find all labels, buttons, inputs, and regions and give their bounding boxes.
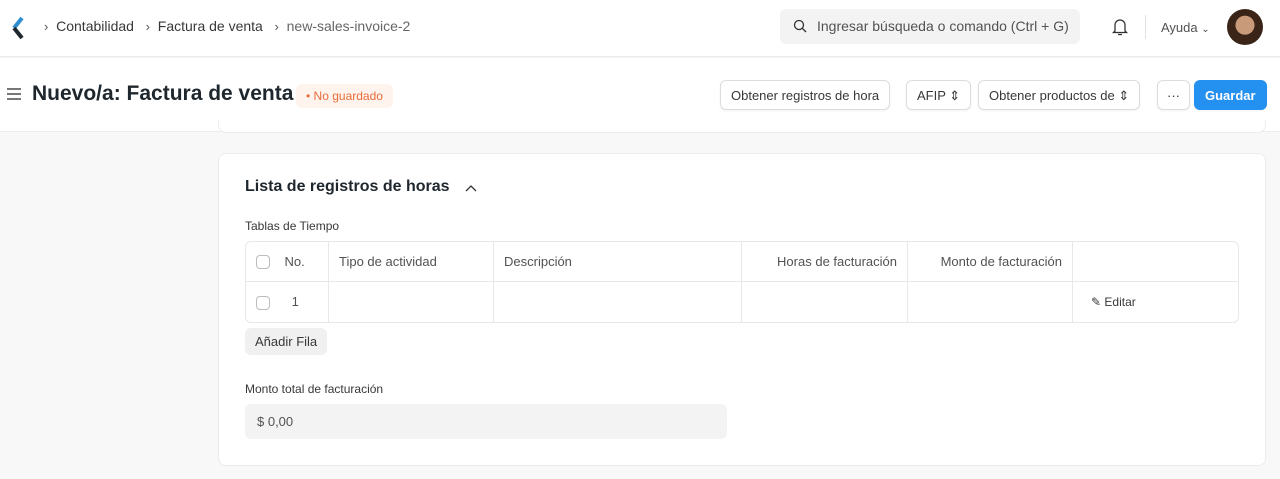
section-title: Lista de registros de horas	[245, 178, 450, 195]
search-input[interactable]: Ingresar búsqueda o comando (Ctrl + G)	[780, 9, 1080, 44]
help-dropdown[interactable]: Ayuda ⌄	[1161, 20, 1210, 35]
breadcrumb: › Contabilidad › Factura de venta › new-…	[44, 18, 411, 34]
row-number: 1	[291, 294, 299, 310]
cell-activity-type[interactable]	[329, 282, 494, 322]
cell-billing-hours[interactable]	[742, 282, 908, 322]
edit-row-button[interactable]: ✎ Editar	[1073, 282, 1238, 322]
status-text: No guardado	[313, 89, 383, 103]
get-items-dropdown[interactable]: Obtener productos de ⇕	[978, 80, 1141, 110]
select-arrows-icon: ⇕	[949, 88, 961, 103]
navbar: › Contabilidad › Factura de venta › new-…	[0, 0, 1280, 57]
total-label: Monto total de facturación	[245, 382, 384, 396]
row-checkbox[interactable]	[256, 295, 270, 310]
chevron-down-icon: ⌄	[1201, 24, 1210, 35]
sidebar-toggle-icon[interactable]	[7, 88, 21, 103]
afip-label: AFIP	[917, 88, 946, 103]
previous-section	[218, 120, 1266, 133]
save-button[interactable]: Guardar	[1194, 80, 1267, 110]
column-no: No.	[284, 253, 305, 269]
timesheets-section: Lista de registros de horas Tablas de Ti…	[218, 153, 1266, 466]
search-icon	[793, 19, 807, 33]
cell-description[interactable]	[494, 282, 742, 322]
divider	[1145, 15, 1146, 39]
column-billing-amount: Monto de facturación	[908, 242, 1073, 282]
breadcrumb-contabilidad[interactable]: Contabilidad	[56, 18, 134, 34]
total-billing-amount-field: $ 0,00	[245, 404, 727, 439]
table-header-row: No. Tipo de actividad Descripción Horas …	[246, 242, 1238, 282]
breadcrumb-factura-de-venta[interactable]: Factura de venta	[158, 18, 263, 34]
add-row-button[interactable]: Añadir Fila	[245, 328, 328, 355]
table-label: Tablas de Tiempo	[245, 219, 340, 233]
timesheets-table: No. Tipo de actividad Descripción Horas …	[245, 241, 1239, 323]
cell-billing-amount[interactable]	[908, 282, 1073, 322]
chevron-up-icon[interactable]	[465, 184, 477, 192]
avatar[interactable]	[1227, 9, 1263, 45]
more-button[interactable]: ···	[1157, 80, 1190, 110]
pencil-icon: ✎	[1091, 295, 1102, 309]
get-timesheets-button[interactable]: Obtener registros de hora	[720, 80, 891, 110]
status-badge: • No guardado	[296, 84, 393, 108]
table-row[interactable]: 1 ✎ Editar	[246, 282, 1238, 322]
app-logo-icon[interactable]	[10, 16, 24, 40]
page-title: Nuevo/a: Factura de venta	[32, 82, 294, 105]
edit-label: Editar	[1104, 295, 1136, 309]
column-activity-type: Tipo de actividad	[329, 242, 494, 282]
bell-icon[interactable]	[1111, 17, 1129, 37]
search-placeholder: Ingresar búsqueda o comando (Ctrl + G)	[817, 18, 1069, 34]
select-all-checkbox[interactable]	[256, 255, 270, 270]
breadcrumb-current[interactable]: new-sales-invoice-2	[287, 18, 411, 34]
afip-dropdown[interactable]: AFIP ⇕	[906, 80, 972, 110]
help-label: Ayuda	[1161, 20, 1198, 35]
column-billing-hours: Horas de facturación	[742, 242, 908, 282]
column-description: Descripción	[494, 242, 742, 282]
get-items-label: Obtener productos de	[989, 88, 1115, 103]
select-arrows-icon: ⇕	[1118, 88, 1130, 103]
